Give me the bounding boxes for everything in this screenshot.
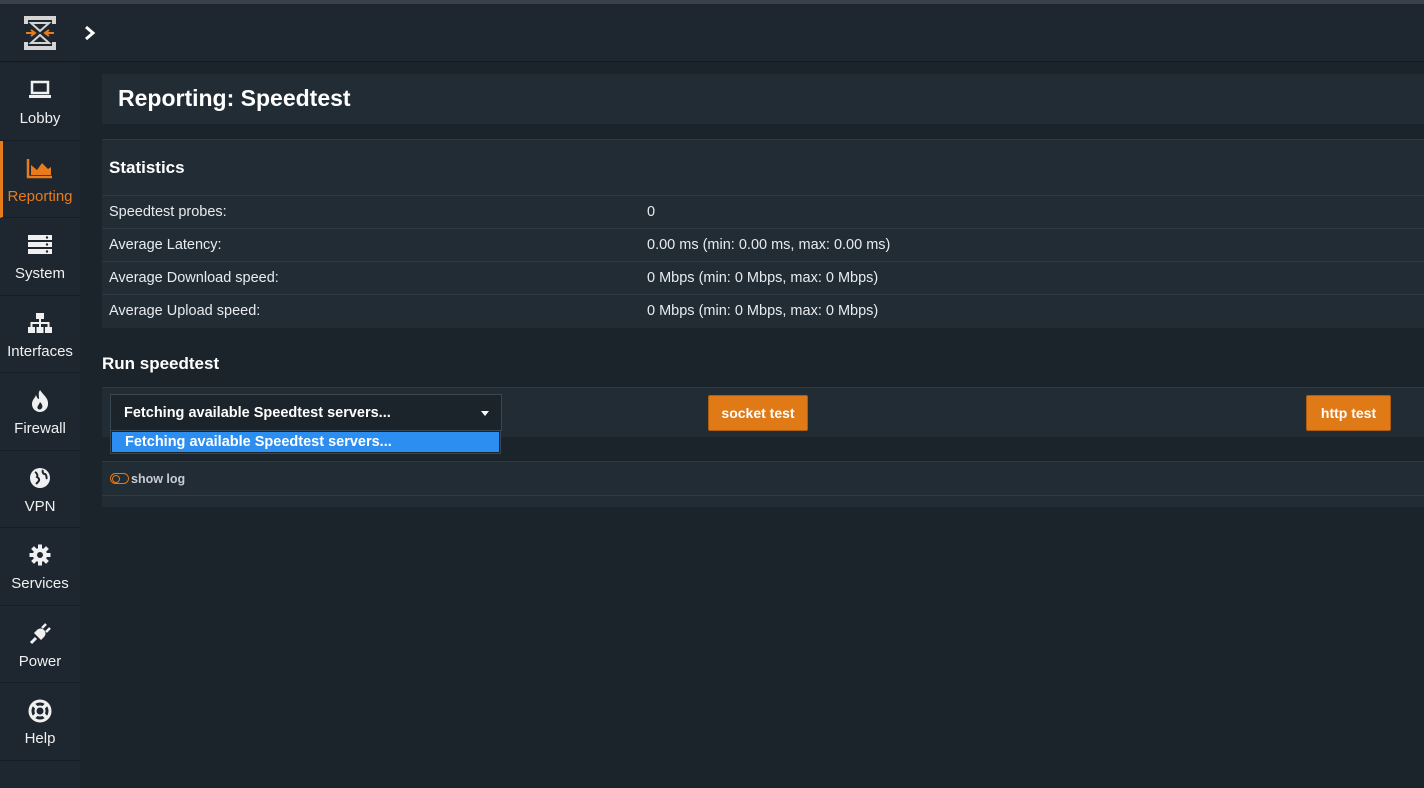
stat-value: 0 Mbps (min: 0 Mbps, max: 0 Mbps) xyxy=(647,303,879,319)
sidebar-item-interfaces[interactable]: Interfaces xyxy=(0,296,80,373)
table-row: Average Download speed: 0 Mbps (min: 0 M… xyxy=(102,262,1424,295)
top-navbar xyxy=(0,4,1424,62)
sidebar-item-power[interactable]: Power xyxy=(0,606,80,683)
sidebar-item-lobby[interactable]: Lobby xyxy=(0,63,80,141)
sidebar-item-vpn[interactable]: VPN xyxy=(0,451,80,528)
table-row: Speedtest probes: 0 xyxy=(102,196,1424,229)
server-icon xyxy=(0,234,80,258)
server-dropdown-list: Fetching available Speedtest servers... xyxy=(110,430,501,454)
statistics-header: Statistics xyxy=(102,140,1424,196)
sidebar-item-services[interactable]: Services xyxy=(0,528,80,606)
sidebar-item-label: System xyxy=(14,265,65,282)
table-row: Average Latency: 0.00 ms (min: 0.00 ms, … xyxy=(102,229,1424,262)
stat-label: Average Download speed: xyxy=(109,270,279,286)
page-header: Reporting: Speedtest xyxy=(102,74,1424,124)
sidebar-item-help[interactable]: Help xyxy=(0,683,80,761)
sidebar: Lobby Reporting System Interfaces Firewa… xyxy=(0,63,80,788)
sidebar-item-label: Firewall xyxy=(14,420,66,437)
statistics-panel: Statistics Speedtest probes: 0 Average L… xyxy=(102,139,1424,328)
stat-label: Speedtest probes: xyxy=(109,204,227,220)
sitemap-icon xyxy=(0,312,80,336)
log-panel: show log xyxy=(102,461,1424,507)
sidebar-item-firewall[interactable]: Firewall xyxy=(0,373,80,451)
speedtest-server-select[interactable]: Fetching available Speedtest servers... xyxy=(110,394,502,431)
stat-label: Average Latency: xyxy=(109,237,222,253)
sidebar-item-system[interactable]: System xyxy=(0,218,80,296)
stat-value: 0.00 ms (min: 0.00 ms, max: 0.00 ms) xyxy=(647,237,891,253)
fire-icon xyxy=(0,389,80,413)
stat-label: Average Upload speed: xyxy=(109,303,261,319)
sidebar-item-label: VPN xyxy=(24,497,56,515)
sidebar-item-label: Reporting xyxy=(7,187,73,205)
toggle-icon[interactable] xyxy=(110,473,129,484)
dropdown-option[interactable]: Fetching available Speedtest servers... xyxy=(112,432,499,452)
divider xyxy=(102,495,1424,496)
laptop-icon xyxy=(0,79,80,103)
life-ring-icon xyxy=(0,699,80,723)
opnsense-logo-icon[interactable] xyxy=(22,14,58,52)
stat-value: 0 xyxy=(647,204,656,220)
sidebar-toggle-chevron-icon[interactable] xyxy=(82,24,98,42)
sidebar-item-label: Help xyxy=(24,730,56,747)
plug-icon xyxy=(0,622,80,646)
statistics-title: Statistics xyxy=(109,158,185,177)
caret-down-icon xyxy=(481,411,489,416)
sidebar-item-label: Lobby xyxy=(19,110,61,127)
sidebar-item-reporting[interactable]: Reporting xyxy=(0,140,80,218)
sidebar-item-label: Services xyxy=(11,575,69,592)
gear-icon xyxy=(0,544,80,568)
show-log-toggle-label[interactable]: show log xyxy=(131,472,185,486)
area-chart-icon xyxy=(0,157,80,181)
sidebar-item-label: Power xyxy=(18,652,62,670)
run-speedtest-title: Run speedtest xyxy=(102,354,220,373)
sidebar-item-label: Interfaces xyxy=(7,342,73,360)
globe-icon xyxy=(0,467,80,491)
table-row: Average Upload speed: 0 Mbps (min: 0 Mbp… xyxy=(102,295,1424,328)
select-value: Fetching available Speedtest servers... xyxy=(124,405,391,421)
http-test-button[interactable]: http test xyxy=(1306,395,1391,431)
stat-value: 0 Mbps (min: 0 Mbps, max: 0 Mbps) xyxy=(647,270,879,286)
page-title: Reporting: Speedtest xyxy=(118,85,351,111)
dropdown-option-label: Fetching available Speedtest servers... xyxy=(125,434,392,450)
socket-test-button[interactable]: socket test xyxy=(708,395,808,431)
